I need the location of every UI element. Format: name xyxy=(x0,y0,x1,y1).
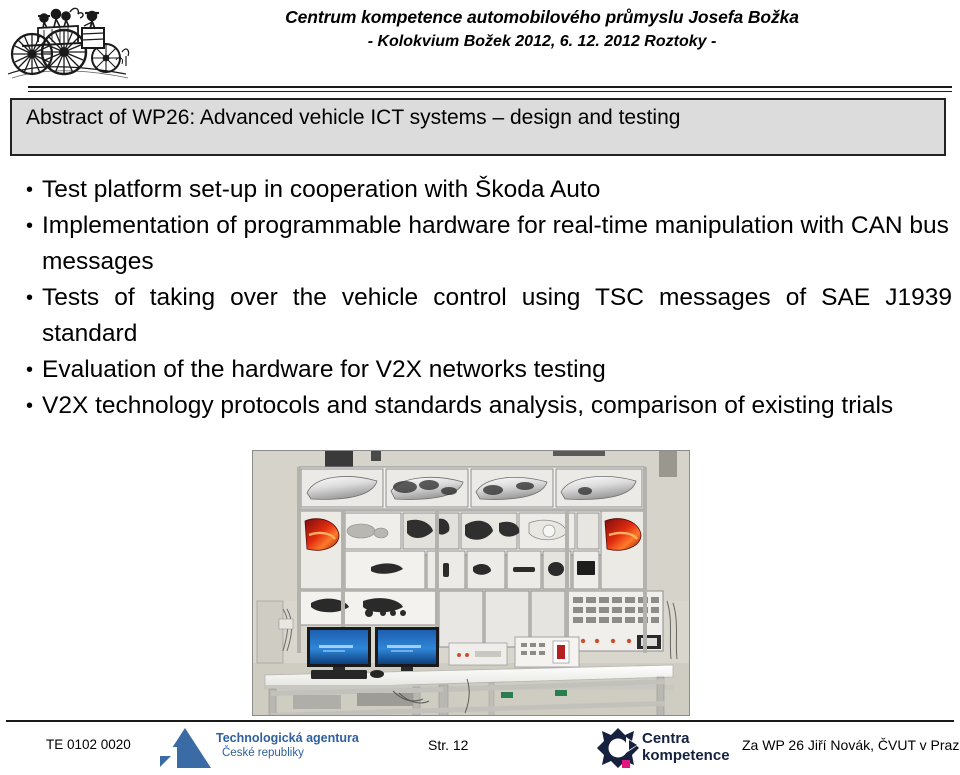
centra-kompetence-star-icon xyxy=(596,727,640,769)
list-item: • Tests of taking over the vehicle contr… xyxy=(26,280,952,352)
header-title-block: Centrum kompetence automobilového průmys… xyxy=(132,4,952,54)
ck-logo-line2: kompetence xyxy=(642,747,730,764)
tacr-logo: Technologická agentura České republiky xyxy=(158,726,359,770)
list-item: • V2X technology protocols and standards… xyxy=(26,388,952,424)
bullet-dot-icon: • xyxy=(26,179,34,201)
list-item-label: Evaluation of the hardware for V2X netwo… xyxy=(42,356,606,383)
list-item: • Test platform set-up in cooperation wi… xyxy=(26,172,952,208)
list-item-label: V2X technology protocols and standards a… xyxy=(42,392,894,419)
list-item-label: Implementation of programmable hardware … xyxy=(42,212,949,275)
tacr-logo-line2: České republiky xyxy=(222,747,304,759)
lab-test-platform-photo xyxy=(252,450,690,716)
list-item: • Implementation of programmable hardwar… xyxy=(26,208,952,280)
page-title: Abstract of WP26: Advanced vehicle ICT s… xyxy=(26,106,681,129)
header-divider-top xyxy=(28,86,952,88)
centra-kompetence-logo-text: Centra kompetence xyxy=(642,730,730,764)
ck-logo-line1: Centra xyxy=(642,730,690,747)
steam-carriage-engraving-icon xyxy=(4,0,132,90)
tacr-triangle-icon xyxy=(158,728,212,768)
list-item: • Evaluation of the hardware for V2X net… xyxy=(26,352,952,388)
list-item-label: Tests of taking over the vehicle control… xyxy=(42,284,952,347)
footer-project-code: TE 0102 0020 xyxy=(46,737,131,752)
bullet-dot-icon: • xyxy=(26,215,34,237)
header-divider-bottom xyxy=(28,91,952,92)
bullet-dot-icon: • xyxy=(26,395,34,417)
footer-author: Za WP 26 Jiří Novák, ČVUT v Praze xyxy=(742,737,960,753)
bullet-list: • Test platform set-up in cooperation wi… xyxy=(26,172,952,424)
bullet-dot-icon: • xyxy=(26,287,34,309)
footer-divider xyxy=(6,720,954,722)
centra-kompetence-logo: Centra kompetence xyxy=(596,726,746,770)
slide-header: Centrum kompetence automobilového průmys… xyxy=(0,0,960,92)
slide-title-box: Abstract of WP26: Advanced vehicle ICT s… xyxy=(10,98,946,156)
header-title-main: Centrum kompetence automobilového průmys… xyxy=(285,7,799,27)
list-item-label: Test platform set-up in cooperation with… xyxy=(42,176,601,203)
tacr-logo-line1: Technologická agentura xyxy=(216,731,359,745)
tacr-logo-text: Technologická agentura České republiky xyxy=(216,731,359,761)
header-title-sub: - Kolokvium Božek 2012, 6. 12. 2012 Rozt… xyxy=(367,33,717,50)
footer-page-number: Str. 12 xyxy=(428,737,469,753)
bullet-dot-icon: • xyxy=(26,359,34,381)
